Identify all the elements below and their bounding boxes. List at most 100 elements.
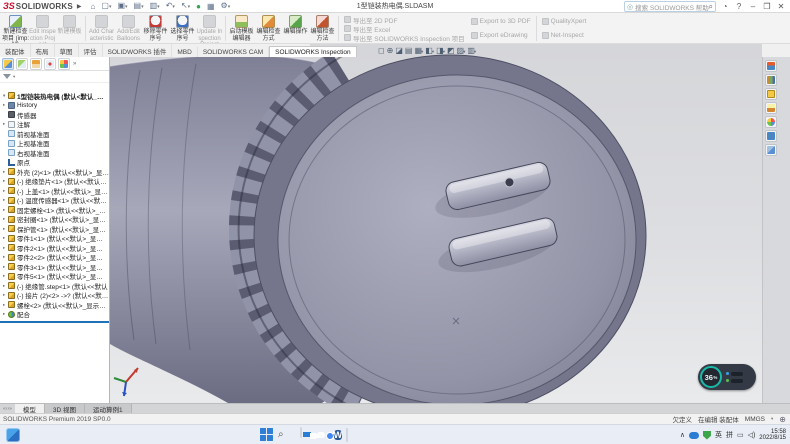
clock[interactable]: 15:58 2022/8/15 xyxy=(759,429,786,442)
view-palette-tab[interactable] xyxy=(765,102,777,114)
tab-evaluate[interactable]: 评估 xyxy=(79,44,103,57)
tree-root[interactable]: ▾ 1型铠装热电偶 (默认<默认_显示状态-1> xyxy=(0,91,109,101)
widget-toggle-2[interactable] xyxy=(726,379,743,383)
edit-operations-button[interactable]: 编辑操作 xyxy=(282,14,309,43)
minimize-button[interactable]: – xyxy=(746,0,760,13)
volume-icon[interactable]: ◁) xyxy=(748,431,756,439)
tab-sketch[interactable]: 草图 xyxy=(55,44,79,57)
tab-addins[interactable]: SOLIDWORKS 插件 xyxy=(103,44,173,57)
tab-motion-study[interactable]: 运动算例1 xyxy=(85,404,132,413)
filter-caret-icon[interactable]: ▾ xyxy=(13,74,15,80)
security-shield-icon[interactable] xyxy=(703,431,711,440)
undo-icon[interactable]: ↶▾ xyxy=(163,0,178,14)
taskbar-icon-start[interactable] xyxy=(260,428,274,442)
tree-item-component[interactable]: ▸零件5<1> (默认<<默认>_显示状 xyxy=(0,272,109,282)
new-inspection-project-button[interactable]: 新建检查项目 (imp:M) xyxy=(2,14,29,43)
displaymanager-tab[interactable] xyxy=(58,58,70,70)
ime-language-indicator[interactable]: 英 xyxy=(715,430,722,440)
view-settings-icon[interactable]: ▥▾ xyxy=(467,45,476,58)
edit-inspection-method-button[interactable]: 编辑检查方法 xyxy=(309,14,336,43)
hide-show-items-icon[interactable]: ◨▾ xyxy=(436,45,445,58)
onedrive-icon[interactable] xyxy=(689,432,699,439)
file-explorer-tab[interactable] xyxy=(765,88,777,100)
home-icon[interactable]: ⌂ xyxy=(88,0,99,13)
tree-item-mates[interactable]: ▸配合 xyxy=(0,310,109,320)
tree-item-component[interactable]: ▸(-) 温度传感器<1> (默认<<默认>_ xyxy=(0,196,109,206)
menu-flyout-arrow-icon[interactable]: ▶ xyxy=(77,3,82,10)
filter-funnel-icon[interactable] xyxy=(3,74,11,79)
new-document-icon[interactable]: ▢▾ xyxy=(98,0,114,14)
login-user-icon[interactable]: ◔ xyxy=(718,0,732,13)
units-selector[interactable]: MMGS xyxy=(745,416,765,423)
help-button[interactable]: ? xyxy=(732,0,746,13)
tree-item-component[interactable]: ▸(-) 上盖<1> (默认<<默认>_显示状 xyxy=(0,186,109,196)
tab-mbd[interactable]: MBD xyxy=(172,47,197,57)
restore-button[interactable]: ❐ xyxy=(760,0,774,13)
tree-item-component[interactable]: ▸零件1<1> (默认<<默认>_显示状态 xyxy=(0,234,109,244)
edit-inspection-methods-button[interactable]: 编辑检查方式 xyxy=(255,14,282,43)
tree-item-history[interactable]: ▸History xyxy=(0,101,109,111)
select-balloons-button[interactable]: 选择零件序号 xyxy=(169,14,196,43)
taskbar-icon-solidworks[interactable] xyxy=(346,428,348,442)
search-icon[interactable]: ⌕ xyxy=(709,2,713,12)
taskbar-icon-mail[interactable] xyxy=(300,428,302,442)
tree-item-component[interactable]: ▸(-) 接片 (2)<2> ->? (默认<<默认>_ xyxy=(0,291,109,301)
apply-scene-icon[interactable]: ▨▾ xyxy=(457,45,466,58)
panel-splitter[interactable] xyxy=(0,321,109,323)
taskbar-icon-wps-word[interactable]: W xyxy=(334,428,343,442)
solidworks-resources-tab[interactable] xyxy=(765,60,777,72)
tree-item-top-plane[interactable]: ▸上视基准面 xyxy=(0,139,109,149)
forum-tab[interactable] xyxy=(765,144,777,156)
open-document-icon[interactable]: ▣▾ xyxy=(114,0,130,14)
save-icon[interactable]: ▤▾ xyxy=(131,0,147,14)
taskbar-widget-icon[interactable] xyxy=(6,428,20,442)
tree-item-component[interactable]: ▸外壳 (2)<1> (默认<<默认>_显示状 xyxy=(0,167,109,177)
close-button[interactable]: ✕ xyxy=(774,0,788,13)
tab-solidworks-cam[interactable]: SOLIDWORKS CAM xyxy=(198,47,269,57)
globe-icon[interactable]: ⊕ xyxy=(779,415,786,424)
tab-layout[interactable]: 布局 xyxy=(31,44,55,57)
edit-appearance-icon[interactable]: ◩ xyxy=(447,45,455,57)
design-library-tab[interactable] xyxy=(765,74,777,86)
tree-item-component[interactable]: ▸螺栓<2> (默认<<默认>_显示状态 xyxy=(0,300,109,310)
tab-model[interactable]: 模型 xyxy=(15,404,45,413)
tree-item-sensors[interactable]: ▸传感器 xyxy=(0,110,109,120)
tree-item-component[interactable]: ▸零件2<1> (默认<<默认>_显示状 xyxy=(0,243,109,253)
model-3d[interactable] xyxy=(110,44,762,403)
tree-item-origin[interactable]: ▸原点 xyxy=(0,158,109,168)
tab-scroll-arrows[interactable]: «‹›» xyxy=(0,404,15,413)
featuremanager-tab[interactable] xyxy=(2,58,14,70)
tree-item-front-plane[interactable]: ▸前视基准面 xyxy=(0,129,109,139)
custom-properties-tab[interactable] xyxy=(765,130,777,142)
print-icon[interactable]: ▥▾ xyxy=(147,0,163,14)
tree-item-component[interactable]: ▸零件2<2> (默认<<默认>_显示状 xyxy=(0,253,109,263)
graphics-viewport[interactable]: ◻ ⊕ ◪ ▤ ▦▾ ◧▾ ◨▾ ◩ ▨▾ ▥▾ 36% xyxy=(110,44,762,403)
manager-tabs-overflow-icon[interactable]: » xyxy=(73,61,76,67)
tray-chevron-icon[interactable]: ∧ xyxy=(680,431,685,439)
tree-item-annotations[interactable]: ▸注解 xyxy=(0,120,109,130)
launch-template-editor-button[interactable]: 启动模板编辑器 xyxy=(228,14,255,43)
view-orientation-icon[interactable]: ▦▾ xyxy=(414,45,423,58)
taskbar-icon-search[interactable]: ⌕ xyxy=(278,428,284,442)
ime-pinyin-indicator[interactable]: 拼 xyxy=(726,430,733,440)
remove-balloons-button[interactable]: 移除零件序号 xyxy=(142,14,169,43)
display-icon[interactable]: ▭ xyxy=(737,431,744,439)
tree-item-right-plane[interactable]: ▸右视基准面 xyxy=(0,148,109,158)
options-gear-icon[interactable]: ⚙▾ xyxy=(218,0,234,14)
tree-item-component[interactable]: ▸(-) 绝缘垫片<1> (默认<<默认>_显 xyxy=(0,177,109,187)
dimxpertmanager-tab[interactable] xyxy=(44,58,56,70)
display-style-icon[interactable]: ◧▾ xyxy=(425,45,434,58)
tree-item-component[interactable]: ▸固定螺栓<1> (默认<<默认>_显示 xyxy=(0,205,109,215)
rebuild-icon[interactable]: ● xyxy=(193,0,204,13)
propertymanager-tab[interactable] xyxy=(16,58,28,70)
search-input[interactable]: ◎ 搜索 SOLIDWORKS 帮助 ⌕ xyxy=(624,1,716,12)
appearances-scenes-tab[interactable] xyxy=(765,116,777,128)
select-cursor-icon[interactable]: ↖▾ xyxy=(178,0,193,14)
widget-toggle-1[interactable] xyxy=(726,372,743,376)
zoom-fit-icon[interactable]: ◻ xyxy=(378,45,385,57)
tab-assembly[interactable]: 装配体 xyxy=(0,44,31,57)
zoom-area-icon[interactable]: ⊕ xyxy=(387,45,394,57)
zoom-overlay-widget[interactable]: 36% xyxy=(698,364,756,390)
annotation-view-icon[interactable]: ▤ xyxy=(405,45,413,57)
tree-item-component[interactable]: ▸(-) 绝缘管.step<1> (默认<<默认 xyxy=(0,281,109,291)
